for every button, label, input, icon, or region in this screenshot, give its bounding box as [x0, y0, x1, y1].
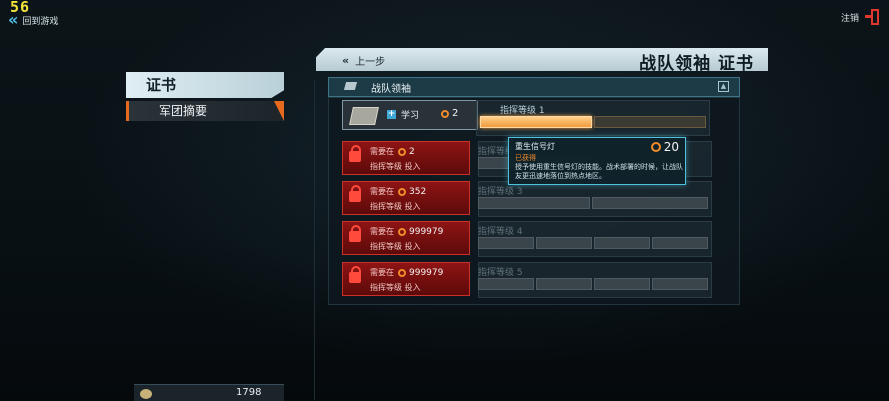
previous-step-label: 上一步 [355, 57, 386, 68]
progress-segment [592, 197, 708, 209]
requirement-label: 需要在 [370, 227, 394, 236]
requirement: 需要在 352 [370, 186, 426, 197]
progress-segment [652, 278, 708, 290]
resource-value: 1798 [236, 387, 262, 398]
requirement-label: 需要在 [370, 187, 394, 196]
credit-icon [398, 147, 406, 156]
lock-icon [349, 145, 361, 162]
progress-segment [594, 237, 650, 249]
locked-certificate-badge[interactable]: 需要在 352 指挥等级 投入 [342, 181, 470, 215]
resource-panel: 1798 [134, 384, 284, 401]
requirement-sub: 指挥等级 投入 [370, 202, 421, 211]
level-label: 指挥等级 3 [478, 187, 523, 197]
decorative-frame [296, 80, 315, 400]
section-title: 战队领袖 [371, 84, 411, 95]
progress-segment [594, 116, 706, 128]
exit-door-icon [865, 9, 879, 25]
logout-label: 注销 [840, 13, 859, 24]
credit-icon [650, 142, 661, 152]
requirement: 需要在 2 [370, 146, 415, 157]
lock-icon [349, 185, 361, 202]
panel-header: « 上一步 战队领袖 证书 [316, 48, 768, 71]
nav-header: 证书 [126, 72, 284, 98]
tooltip-cost-value: 20 [663, 140, 679, 154]
progress-segment [536, 237, 592, 249]
locked-certificate-badge[interactable]: 需要在 999979 指挥等级 投入 [342, 221, 470, 255]
table-row: 指挥等级 5 需要在 999979 指挥等级 投入 [342, 262, 732, 298]
requirement-sub: 指挥等级 投入 [370, 162, 421, 171]
tooltip-description: 授予使用重生信号灯的技能。战术部署的时候，让战队友更迅速地落位到热点地区。 [515, 163, 683, 180]
progress-segment [652, 237, 708, 249]
requirement-sub: 指挥等级 投入 [370, 242, 421, 251]
nav-item-legion-summary[interactable]: 军团摘要 [126, 101, 284, 121]
requirement: 需要在 999979 [370, 226, 443, 237]
locked-certificate-badge[interactable]: 需要在 999979 指挥等级 投入 [342, 262, 470, 296]
credit-icon [398, 187, 406, 196]
requirement: 需要在 999979 [370, 267, 443, 278]
back-to-game-label: 回到游戏 [22, 16, 59, 27]
cost-value: 2 [409, 146, 415, 157]
logout-button[interactable]: 注销 [841, 9, 879, 25]
locked-certificate-badge[interactable]: 需要在 2 指挥等级 投入 [342, 141, 470, 175]
progress-segment [594, 278, 650, 290]
requirement-sub: 指挥等级 投入 [370, 283, 421, 292]
progress-segment [478, 197, 590, 209]
progress-segment [478, 237, 534, 249]
panel-title: 战队领袖 证书 [639, 54, 754, 74]
previous-step-button[interactable]: « 上一步 [342, 53, 385, 68]
level-label: 指挥等级 1 [500, 106, 545, 116]
progress-segment [536, 278, 592, 290]
cost-value: 999979 [409, 267, 444, 278]
table-row: 指挥等级 1 [336, 100, 726, 136]
credit-icon [398, 227, 406, 236]
requirement-label: 需要在 [370, 268, 394, 277]
skill-tooltip: 重生信号灯 已获得 授予使用重生信号灯的技能。战术部署的时候，让战队友更迅速地落… [508, 137, 686, 185]
tooltip-status: 已获得 [515, 154, 536, 162]
table-row: 指挥等级 3 需要在 352 指挥等级 投入 [342, 181, 732, 217]
chevron-left-icon: « [342, 54, 350, 67]
credit-icon [398, 268, 406, 277]
level-label: 指挥等级 4 [478, 227, 523, 237]
lock-icon [349, 266, 361, 283]
progress-segment [478, 278, 534, 290]
cost-value: 999979 [409, 226, 444, 237]
table-row: 指挥等级 4 需要在 999979 指挥等级 投入 [342, 221, 732, 257]
tooltip-title: 重生信号灯 [515, 142, 555, 151]
collapse-icon[interactable]: ▲ [718, 81, 729, 92]
back-to-game-button[interactable]: « 回到游戏 [8, 12, 58, 28]
requirement-label: 需要在 [370, 147, 394, 156]
cost-value: 352 [409, 186, 427, 197]
progress-segment-filled [480, 116, 592, 128]
level-label: 指挥等级 5 [478, 268, 523, 278]
patch-icon [343, 82, 358, 90]
resource-icon [140, 389, 152, 399]
lock-icon [349, 225, 361, 242]
tooltip-cost: 20 [650, 140, 679, 154]
left-nav: 证书 军团摘要 [126, 72, 284, 121]
double-chevron-left-icon: « [8, 10, 19, 29]
section-header[interactable]: 战队领袖 ▲ [328, 77, 740, 97]
